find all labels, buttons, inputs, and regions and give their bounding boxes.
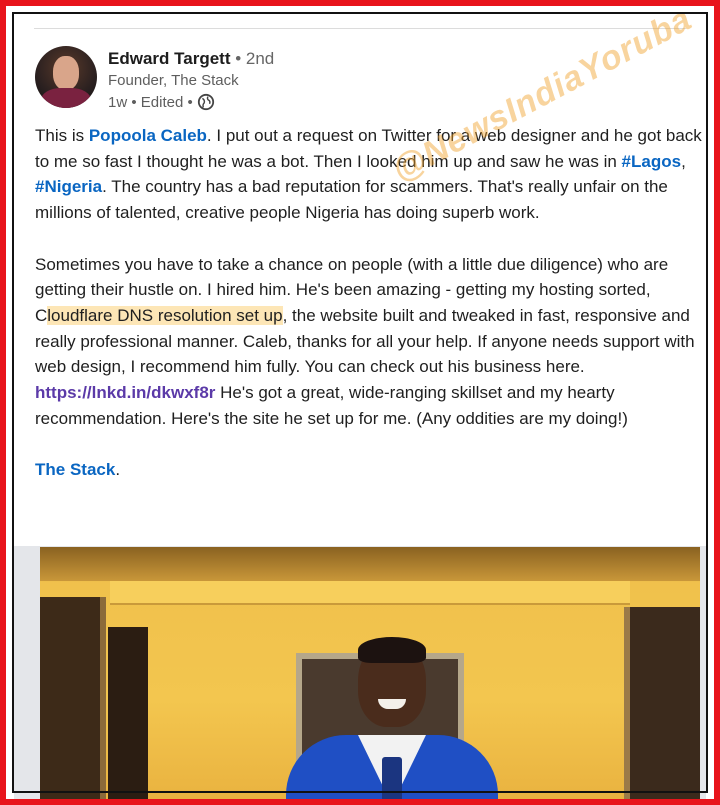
text-run: , [681, 151, 686, 171]
post-paragraph-1: This is Popoola Caleb. I put out a reque… [35, 123, 707, 226]
post-paragraph-3: The Stack. [35, 457, 707, 483]
post-paragraph-2: Sometimes you have to take a chance on p… [35, 252, 707, 432]
author-line: Edward Targett • 2nd [108, 49, 274, 69]
url-link[interactable]: https://lnkd.in/dkwxf8r [35, 383, 215, 402]
image-beam [110, 581, 630, 605]
post-meta: 1w • Edited • [108, 93, 215, 111]
post-body: This is Popoola Caleb. I put out a reque… [35, 123, 707, 509]
highlighted-text: loudflare DNS resolution set up [47, 305, 283, 325]
image-person-tie [382, 757, 402, 799]
post-meta-text: 1w • Edited • [108, 93, 193, 111]
hashtag-nigeria[interactable]: #Nigeria [35, 177, 102, 196]
hashtag-lagos[interactable]: #Lagos [622, 152, 682, 171]
post-image[interactable] [40, 547, 700, 799]
mention-the-stack[interactable]: The Stack [35, 460, 115, 479]
screenshot-frame: Edward Targett • 2nd Founder, The Stack … [0, 0, 720, 805]
avatar[interactable] [35, 46, 97, 108]
author-name[interactable]: Edward Targett [108, 49, 230, 68]
image-ceiling [40, 547, 700, 581]
image-door-left [40, 597, 106, 799]
mention-popoola-caleb[interactable]: Popoola Caleb [89, 126, 207, 145]
text-run: . [115, 460, 121, 480]
text-run: . The country has a bad reputation for s… [35, 177, 668, 223]
author-title: Founder, The Stack [108, 72, 239, 89]
image-person-hair [358, 637, 426, 663]
globe-icon [197, 93, 214, 111]
divider [34, 28, 686, 29]
image-doorway-left [108, 627, 148, 799]
avatar-face [53, 56, 79, 90]
text-run: This is [35, 126, 89, 145]
connection-degree: • 2nd [235, 49, 275, 68]
image-door-right [624, 607, 700, 799]
avatar-body [41, 88, 91, 108]
